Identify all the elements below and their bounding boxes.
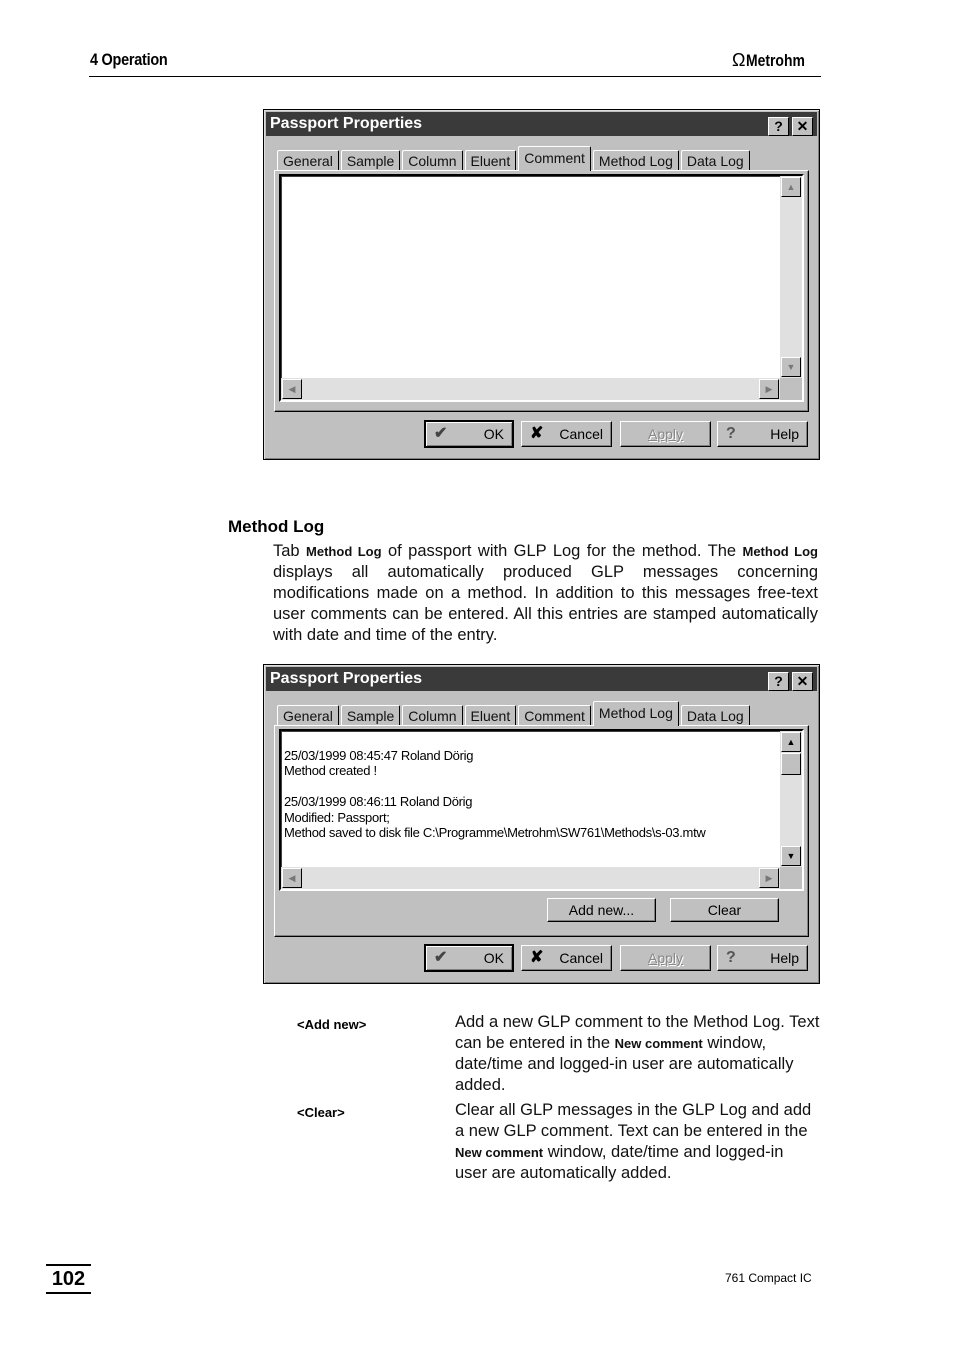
tab-method-log[interactable]: Method Log <box>592 701 679 726</box>
dialog-title-bar: Passport Properties ? ✕ <box>266 112 817 136</box>
log-line: 25/03/1999 08:45:47 Roland Dörig <box>284 747 474 763</box>
cancel-button[interactable]: ✘ Cancel <box>521 421 612 447</box>
tab-data-log[interactable]: Data Log <box>680 705 750 726</box>
tab-panel: ▲ ▼ ◀ ▶ <box>274 170 809 412</box>
brand-logo: Ω Metrohm <box>732 50 818 71</box>
scrollbar-corner <box>780 867 802 889</box>
question-mark-icon: ? <box>726 425 736 442</box>
horizontal-scrollbar[interactable]: ◀ ▶ <box>281 378 780 400</box>
log-line: Method created ! <box>284 763 377 778</box>
scroll-left-arrow-icon[interactable]: ◀ <box>282 868 302 888</box>
definition-desc-clear: Clear all GLP messages in the GLP Log an… <box>455 1101 812 1182</box>
tab-strip: General Sample Column Eluent Comment Met… <box>277 701 752 726</box>
tab-panel: 25/03/1999 08:45:47 Roland Dörig Method … <box>274 725 809 937</box>
brand-name: Metrohm <box>746 50 806 70</box>
definition-term-clear: <Clear> <box>297 1105 345 1120</box>
passport-properties-dialog-comment: Passport Properties ? ✕ General Sample C… <box>263 109 820 460</box>
passport-properties-dialog-method-log: Passport Properties ? ✕ General Sample C… <box>263 664 820 984</box>
horizontal-scrollbar[interactable]: ◀ ▶ <box>281 867 780 889</box>
title-close-button[interactable]: ✕ <box>792 672 813 691</box>
ui-term: Method Log <box>742 544 818 559</box>
ui-term: New comment <box>614 1036 703 1051</box>
page-number: 102 <box>46 1264 91 1294</box>
tab-data-log[interactable]: Data Log <box>680 150 750 171</box>
vertical-scrollbar[interactable]: ▲ ▼ <box>780 176 802 378</box>
dialog-title: Passport Properties <box>270 115 423 132</box>
scroll-left-arrow-icon[interactable]: ◀ <box>282 379 302 399</box>
tab-sample[interactable]: Sample <box>340 150 401 171</box>
definition-desc-add-new: Add a new GLP comment to the Method Log.… <box>455 1013 820 1094</box>
vertical-scrollbar[interactable]: ▲ ▼ <box>780 731 802 867</box>
scroll-up-arrow-icon[interactable]: ▲ <box>781 732 801 752</box>
section-title: Method Log <box>228 517 325 536</box>
tab-method-log[interactable]: Method Log <box>592 150 679 171</box>
scrollbar-corner <box>780 378 802 400</box>
scroll-down-arrow-icon[interactable]: ▼ <box>781 846 801 866</box>
scroll-down-arrow-icon[interactable]: ▼ <box>781 357 801 377</box>
tab-sample[interactable]: Sample <box>340 705 401 726</box>
dialog-title-bar: Passport Properties ? ✕ <box>266 667 817 691</box>
ui-term: New comment <box>455 1145 544 1160</box>
log-line: Modified: Passport; <box>284 809 390 825</box>
ok-button[interactable]: ✔ OK <box>424 420 514 448</box>
checkmark-icon: ✔ <box>434 425 448 442</box>
dialog-title: Passport Properties <box>270 670 423 687</box>
scroll-right-arrow-icon[interactable]: ▶ <box>759 868 779 888</box>
help-button[interactable]: ? Help <box>717 945 808 971</box>
scroll-up-arrow-icon[interactable]: ▲ <box>781 177 801 197</box>
header-divider <box>89 76 821 77</box>
tab-comment[interactable]: Comment <box>518 146 591 171</box>
comment-textarea[interactable]: ▲ ▼ ◀ ▶ <box>279 174 804 402</box>
question-mark-icon: ? <box>726 949 736 966</box>
cancel-button[interactable]: ✘ Cancel <box>521 945 612 971</box>
tab-column[interactable]: Column <box>402 705 463 726</box>
product-name: 761 Compact IC <box>725 1271 812 1285</box>
x-mark-icon: ✘ <box>530 425 544 442</box>
tab-comment[interactable]: Comment <box>518 705 591 726</box>
apply-button[interactable]: Apply <box>620 945 711 971</box>
log-line: 25/03/1999 08:46:11 Roland Dörig <box>284 794 473 809</box>
log-content: 25/03/1999 08:45:47 Roland Dörig Method … <box>284 732 706 841</box>
omega-logo-icon: Ω <box>732 50 746 70</box>
help-button[interactable]: ? Help <box>717 421 808 447</box>
tab-general[interactable]: General <box>277 705 339 726</box>
tab-strip: General Sample Column Eluent Comment Met… <box>277 146 752 171</box>
add-new-button[interactable]: Add new... <box>547 898 656 922</box>
apply-button[interactable]: Apply <box>620 421 711 447</box>
tab-eluent[interactable]: Eluent <box>464 705 517 726</box>
ok-button[interactable]: ✔ OK <box>424 944 514 972</box>
title-help-button[interactable]: ? <box>768 117 789 136</box>
scroll-right-arrow-icon[interactable]: ▶ <box>759 379 779 399</box>
chapter-heading: 4 Operation <box>90 50 168 69</box>
tab-column[interactable]: Column <box>402 150 463 171</box>
log-line: Method saved to disk file C:\Programme\M… <box>284 825 706 840</box>
definition-term-add-new: <Add new> <box>297 1017 367 1032</box>
scroll-thumb[interactable] <box>781 753 801 775</box>
tab-eluent[interactable]: Eluent <box>464 150 517 171</box>
title-close-button[interactable]: ✕ <box>792 117 813 136</box>
checkmark-icon: ✔ <box>434 949 448 966</box>
section-paragraph: Tab Method Log of passport with GLP Log … <box>273 542 818 644</box>
title-help-button[interactable]: ? <box>768 672 789 691</box>
x-mark-icon: ✘ <box>530 949 544 966</box>
tab-general[interactable]: General <box>277 150 339 171</box>
method-log-textarea[interactable]: 25/03/1999 08:45:47 Roland Dörig Method … <box>279 729 804 891</box>
ui-term: Method Log <box>306 544 382 559</box>
clear-button[interactable]: Clear <box>670 898 779 922</box>
